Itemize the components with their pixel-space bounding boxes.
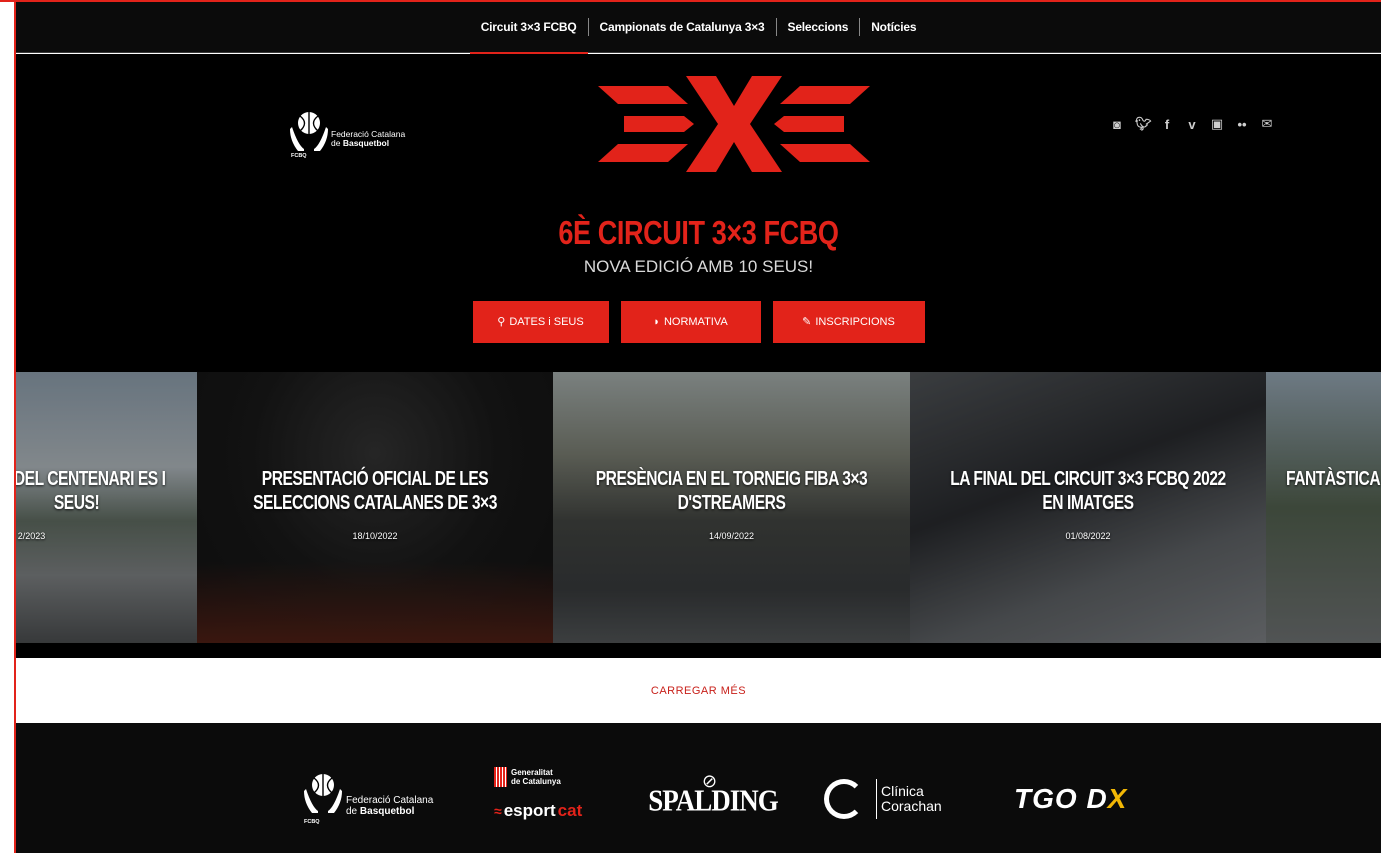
fcbq-name-line2: de Basquetbol — [346, 806, 433, 817]
social-links: ◙ 🐦︎ f v ▣ •• ✉ — [1110, 116, 1274, 132]
hero-section: FCBQ Federació Catalana de Basquetbol ◙ … — [16, 54, 1381, 372]
tgo-text: TGO D — [1014, 783, 1108, 814]
senyera-icon — [494, 767, 507, 787]
slide-final-2022[interactable]: LA FINAL DEL CIRCUIT 3×3 FCBQ 2022 EN IM… — [910, 372, 1266, 643]
clinica-text: Clínica Corachan — [881, 784, 942, 814]
tgo-dx-logo[interactable]: TGO DX — [1014, 783, 1127, 815]
esportcat-logo: ≈ esport cat — [494, 801, 604, 821]
load-more-section: CARREGAR MÉS — [16, 658, 1381, 723]
sponsors-footer: FCBQ Federació Catalana de Basquetbol Ge… — [16, 723, 1381, 853]
slide-caption: FANTÀSTICA — [1286, 468, 1381, 490]
slide-caption: BQ DEL CENTENARI ES I SEUS! — [16, 468, 166, 514]
fcbq-footer-logo[interactable]: FCBQ Federació Catalana de Basquetbol — [301, 771, 461, 827]
esportcat-swoosh-icon: ≈ — [494, 803, 502, 819]
generalitat-line2: de Catalunya — [511, 777, 561, 786]
fcbq-prefix: de — [346, 806, 360, 817]
fcbq-bold: Basquetbol — [342, 138, 390, 148]
3x3-logo[interactable] — [594, 74, 874, 174]
normativa-label: NORMATIVA — [663, 316, 728, 328]
page: Circuit 3×3 FCBQ Campionats de Catalunya… — [0, 0, 1381, 853]
logo-divider — [876, 779, 877, 819]
facebook-icon[interactable]: f — [1160, 117, 1174, 132]
vimeo-icon[interactable]: v — [1185, 117, 1199, 132]
clinica-line2: Corachan — [881, 798, 942, 814]
whistle-icon: ◗ — [653, 316, 660, 328]
youtube-icon[interactable]: ▣ — [1210, 116, 1224, 132]
slide-date: 14/09/2022 — [708, 531, 755, 541]
slide-fantastica[interactable]: FANTÀSTICA — [1266, 372, 1381, 643]
fcbq-name-line1: Federació Catalana — [346, 795, 434, 806]
fcbq-ball-icon: FCBQ — [301, 771, 343, 827]
slide-caption: PRESÈNCIA EN EL TORNEIG FIBA 3×3 D'STREA… — [595, 468, 868, 514]
left-red-border — [14, 0, 16, 853]
slide-streamers[interactable]: PRESÈNCIA EN EL TORNEIG FIBA 3×3 D'STREA… — [553, 372, 910, 643]
pencil-icon: ✎ — [802, 316, 812, 328]
fcbq-abbr: FCBQ — [304, 819, 320, 825]
nav-item-campionats[interactable]: Campionats de Catalunya 3×3 — [589, 2, 776, 53]
dates-seus-button[interactable]: ⚲ DATES i SEUS — [472, 301, 609, 343]
slide-date: 18/10/2022 — [352, 531, 398, 541]
top-navigation: Circuit 3×3 FCBQ Campionats de Catalunya… — [16, 2, 1381, 54]
fcbq-prefix: de — [331, 138, 343, 148]
generalitat-line1: Generalitat — [511, 768, 553, 777]
fcbq-ball-icon: FCBQ — [288, 109, 328, 159]
inscripcions-button[interactable]: ✎ INSCRIPCIONS — [772, 301, 925, 343]
flickr-icon[interactable]: •• — [1235, 117, 1249, 132]
fcbq-name: Federació Catalana de Basquetbol — [346, 795, 433, 817]
generalitat-text: Generalitat de Catalunya — [511, 768, 561, 786]
slide-date: 01/08/2022 — [1065, 531, 1111, 541]
spalding-logo[interactable]: ⊘ SPALDING — [648, 769, 779, 829]
fcbq-name: Federació Catalana de Basquetbol — [331, 130, 405, 148]
dates-seus-label: DATES i SEUS — [509, 316, 584, 328]
generalitat-esportcat-logo[interactable]: Generalitat de Catalunya ≈ esport cat — [494, 767, 604, 832]
slide-centenari[interactable]: BQ DEL CENTENARI ES I SEUS! 2/2023 — [16, 372, 197, 643]
cat-text: cat — [557, 801, 583, 820]
fcbq-header-logo[interactable]: FCBQ Federació Catalana de Basquetbol — [288, 109, 448, 159]
hero-subtitle: NOVA EDICIÓ AMB 10 SEUS! — [583, 257, 814, 276]
top-red-border — [0, 0, 1381, 2]
spalding-text: SPALDING — [648, 782, 779, 818]
slide-caption: LA FINAL DEL CIRCUIT 3×3 FCBQ 2022 EN IM… — [950, 468, 1226, 514]
left-gutter — [0, 0, 14, 853]
clinica-line1: Clínica — [881, 783, 924, 799]
esport-text: esport — [503, 801, 556, 820]
hero-buttons: ⚲ DATES i SEUS ◗ NORMATIVA ✎ INSCRIPCION… — [16, 301, 1381, 343]
generalitat-logo: Generalitat de Catalunya — [494, 767, 604, 787]
slide-caption: PRESENTACIÓ OFICIAL DE LES SELECCIONS CA… — [253, 468, 497, 514]
slide-presentacio[interactable]: PRESENTACIÓ OFICIAL DE LES SELECCIONS CA… — [197, 372, 553, 643]
nav-item-seleccions[interactable]: Seleccions — [777, 2, 860, 53]
nav-item-noticies[interactable]: Notícies — [860, 2, 927, 53]
clinica-corachan-logo[interactable]: Clínica Corachan — [824, 769, 974, 829]
normativa-button[interactable]: ◗ NORMATIVA — [620, 301, 761, 343]
map-pin-icon: ⚲ — [497, 316, 506, 328]
inscripcions-label: INSCRIPCIONS — [815, 316, 895, 328]
load-more-button[interactable]: CARREGAR MÉS — [651, 685, 746, 697]
slide-date: 2/2023 — [17, 531, 46, 541]
hero-title: 6È CIRCUIT 3×3 FCBQ — [558, 214, 839, 251]
news-slider: BQ DEL CENTENARI ES I SEUS! 2/2023 PRESE… — [16, 372, 1381, 658]
twitter-icon[interactable]: 🐦︎ — [1135, 116, 1152, 132]
instagram-icon[interactable]: ◙ — [1110, 117, 1124, 132]
corachan-c-icon — [824, 779, 864, 819]
fcbq-bold: Basquetbol — [359, 806, 415, 817]
mail-icon[interactable]: ✉ — [1260, 116, 1274, 132]
fcbq-name-line2: de Basquetbol — [331, 139, 405, 148]
tgo-x-text: X — [1107, 783, 1128, 814]
nav-item-circuit[interactable]: Circuit 3×3 FCBQ — [469, 2, 588, 54]
fcbq-abbr: FCBQ — [291, 153, 307, 159]
